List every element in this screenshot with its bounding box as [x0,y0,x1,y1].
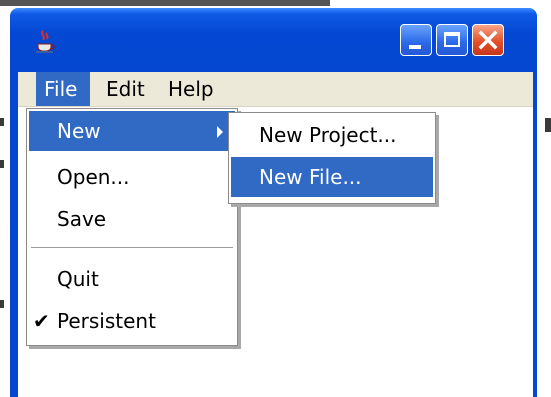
submenu-item-new-file[interactable]: New File... [231,157,433,197]
menu-item-persistent[interactable]: ✔ Persistent [29,301,235,341]
menu-edit[interactable]: Edit [98,72,153,106]
menu-item-label: New [57,119,101,143]
menu-file[interactable]: File [36,72,90,106]
menu-item-label: Persistent [57,309,156,333]
menu-item-label: New File... [259,165,362,189]
minimize-button[interactable] [400,24,432,56]
menu-item-open[interactable]: Open... [29,157,235,197]
title-bar[interactable] [14,8,533,66]
submenu-arrow-icon [217,126,223,138]
background-text-fragment [0,300,4,308]
menu-item-quit[interactable]: Quit [29,259,235,299]
background-text-fragment [0,0,330,6]
menu-item-label: New Project... [259,123,397,147]
menu-item-label: Open... [57,165,130,189]
java-cup-icon [36,30,55,53]
checkmark-icon: ✔ [33,309,50,333]
background-text-fragment [0,160,4,168]
submenu-item-new-project[interactable]: New Project... [231,115,433,155]
menu-separator [31,247,233,249]
background-text-fragment [545,118,551,132]
menu-help[interactable]: Help [160,72,222,106]
new-submenu: New Project... New File... [228,112,436,204]
minimize-icon [409,45,421,49]
menu-item-new[interactable]: New [29,111,235,151]
menu-item-save[interactable]: Save [29,199,235,239]
menu-item-label: Save [57,207,107,231]
menu-item-label: Quit [57,267,99,291]
background-text-fragment [0,118,4,126]
maximize-icon [444,32,460,47]
close-button[interactable] [472,24,504,56]
close-icon [478,30,498,50]
maximize-button[interactable] [436,24,468,56]
file-menu: New Open... Save Quit ✔ Persistent [26,108,238,346]
menu-bar: File Edit Help [18,72,533,107]
